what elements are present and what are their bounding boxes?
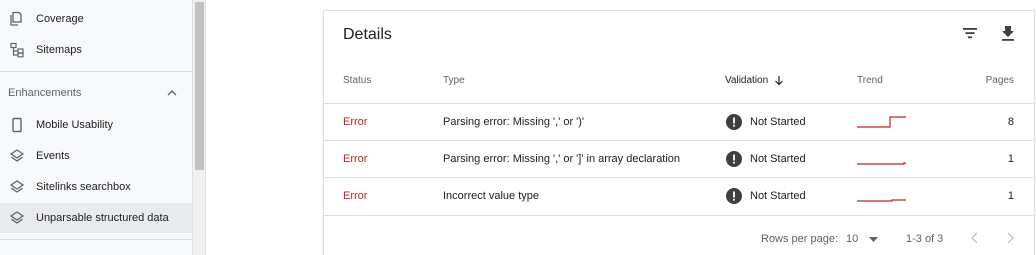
sidebar-item-label: Events xyxy=(36,150,70,162)
column-header-type[interactable]: Type xyxy=(443,75,465,86)
sidebar-item-events[interactable]: Events xyxy=(0,141,192,171)
table-row[interactable]: Error Parsing error: Missing ',' or ')' … xyxy=(324,103,1034,140)
chevron-left-icon[interactable] xyxy=(970,232,980,244)
validation-cell: Not Started xyxy=(750,116,806,128)
sidebar-item-label: Coverage xyxy=(36,13,84,25)
arrow-down-icon xyxy=(775,76,784,86)
sidebar-item-label: Mobile Usability xyxy=(36,119,114,131)
chevron-right-icon[interactable] xyxy=(1005,232,1015,244)
pages-cell: 1 xyxy=(1007,190,1014,202)
exclamation-circle-icon xyxy=(726,188,742,204)
sidebar-item-coverage[interactable]: Coverage xyxy=(0,4,192,34)
sidebar-item-label: Sitelinks searchbox xyxy=(36,181,131,193)
scrollbar-thumb[interactable] xyxy=(195,2,204,170)
layers-icon xyxy=(9,180,25,193)
sidebar: Coverage Sitemaps Enhancements Mobile Us… xyxy=(0,0,192,255)
download-icon[interactable] xyxy=(1000,24,1016,42)
column-header-trend[interactable]: Trend xyxy=(857,75,883,86)
trend-sparkline xyxy=(857,162,906,165)
card-title: Details xyxy=(343,26,392,43)
type-cell: Parsing error: Missing ',' or ']' in arr… xyxy=(443,153,681,165)
column-header-pages[interactable]: Pages xyxy=(986,75,1014,86)
layers-icon xyxy=(9,149,25,162)
table-row[interactable]: Error Parsing error: Missing ',' or ']' … xyxy=(324,140,1034,177)
validation-cell: Not Started xyxy=(750,190,806,202)
phone-icon xyxy=(12,117,22,133)
trend-sparkline xyxy=(857,116,906,128)
sitemap-tree-icon xyxy=(10,42,24,58)
sidebar-item-sitemaps[interactable]: Sitemaps xyxy=(0,35,192,65)
rows-per-page-label: Rows per page: xyxy=(761,233,839,245)
section-label: Enhancements xyxy=(8,87,82,99)
table-row[interactable]: Error Incorrect value type Not Started 1 xyxy=(324,177,1034,214)
status-cell: Error xyxy=(343,116,368,128)
sidebar-scrollbar[interactable] xyxy=(192,0,206,255)
exclamation-circle-icon xyxy=(726,151,742,167)
status-cell: Error xyxy=(343,190,368,202)
sidebar-divider xyxy=(0,71,192,72)
type-cell: Parsing error: Missing ',' or ')' xyxy=(443,116,585,128)
sidebar-item-unparsable-structured-data[interactable]: Unparsable structured data xyxy=(0,203,192,233)
pagination-range: 1-3 of 3 xyxy=(906,233,944,245)
column-header-status[interactable]: Status xyxy=(343,75,371,86)
trend-sparkline xyxy=(857,199,906,202)
chevron-up-icon xyxy=(167,90,177,96)
sidebar-divider xyxy=(0,239,192,240)
validation-cell: Not Started xyxy=(750,153,806,165)
column-header-label: Validation xyxy=(725,75,769,86)
pages-cell: 1 xyxy=(1007,153,1014,165)
sidebar-item-mobile-usability[interactable]: Mobile Usability xyxy=(0,110,192,140)
filter-icon[interactable] xyxy=(962,25,978,41)
sidebar-section-enhancements[interactable]: Enhancements xyxy=(0,80,192,106)
sidebar-item-label: Unparsable structured data xyxy=(36,212,169,224)
layers-icon xyxy=(9,211,25,224)
copy-pages-icon xyxy=(10,11,22,26)
table-pagination: Rows per page: 10 1-3 of 3 xyxy=(324,215,1034,255)
details-card: Details Status Type Validation Trend Pag… xyxy=(323,10,1035,255)
caret-down-icon[interactable] xyxy=(869,237,878,243)
exclamation-circle-icon xyxy=(726,114,742,130)
sidebar-item-label: Sitemaps xyxy=(36,44,82,56)
column-header-validation[interactable]: Validation xyxy=(725,75,784,86)
pages-cell: 8 xyxy=(1007,116,1014,128)
sidebar-item-sitelinks-searchbox[interactable]: Sitelinks searchbox xyxy=(0,172,192,202)
type-cell: Incorrect value type xyxy=(443,190,539,202)
status-cell: Error xyxy=(343,153,368,165)
rows-per-page-select[interactable]: 10 xyxy=(846,233,858,245)
